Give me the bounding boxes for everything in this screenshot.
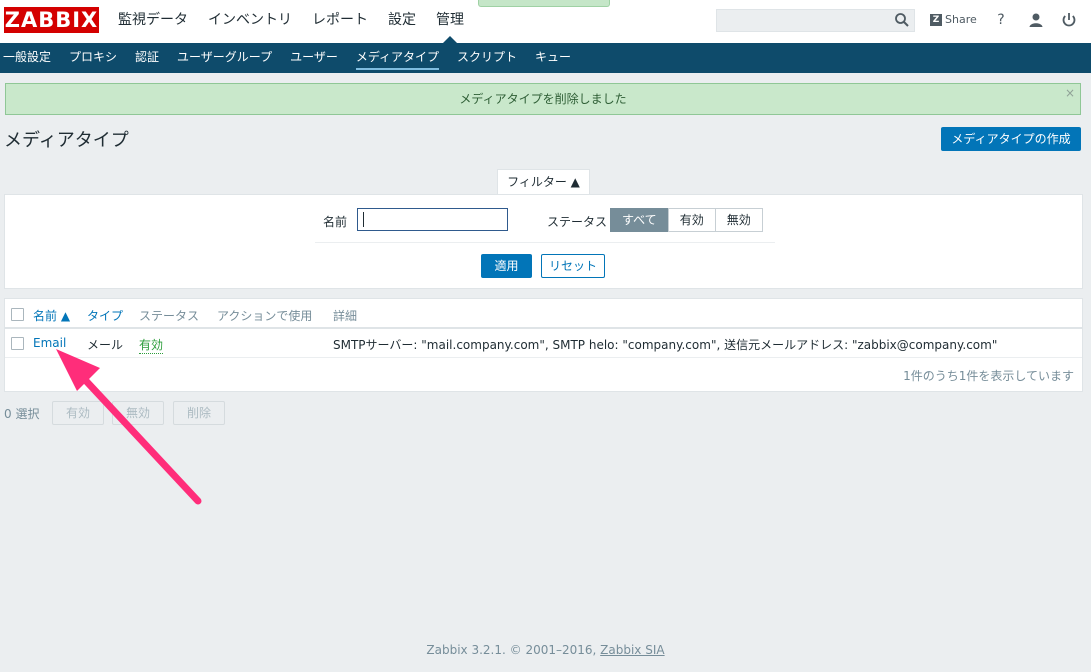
sub-menu: 一般設定 プロキシ 認証 ユーザーグループ ユーザー メディアタイプ スクリプト…: [0, 43, 1091, 73]
footer-text: Zabbix 3.2.1. © 2001–2016,: [426, 643, 601, 657]
success-message: メディアタイプを削除しました ×: [5, 83, 1081, 115]
help-icon[interactable]: ?: [992, 11, 1010, 29]
media-type-name-link[interactable]: Email: [33, 336, 66, 350]
media-type-type: メール: [87, 338, 124, 352]
enable-selected-button[interactable]: 有効: [52, 401, 104, 425]
user-profile-icon[interactable]: [1027, 11, 1045, 29]
filter-name-label: 名前: [323, 215, 348, 229]
column-header-used-in-actions: アクションで使用: [217, 309, 313, 323]
filter-name-input[interactable]: [357, 208, 508, 231]
column-header-name[interactable]: 名前 ▲: [33, 307, 70, 324]
share-icon: Z: [930, 13, 942, 26]
column-header-type[interactable]: タイプ: [87, 307, 123, 324]
submenu-media-types[interactable]: メディアタイプ: [347, 43, 448, 73]
menu-administration[interactable]: 管理: [426, 0, 474, 44]
submenu-scripts[interactable]: スクリプト: [448, 43, 526, 73]
zabbix-logo[interactable]: ZABBIX: [4, 7, 99, 33]
menu-inventory[interactable]: インベントリ: [198, 0, 302, 43]
media-type-status-toggle[interactable]: 有効: [139, 336, 164, 354]
row-divider: [5, 357, 1082, 358]
status-option-enabled[interactable]: 有効: [667, 208, 716, 232]
footer-company-link[interactable]: Zabbix SIA: [600, 643, 664, 657]
page-title: メディアタイプ: [4, 130, 129, 151]
submenu-users[interactable]: ユーザー: [281, 43, 347, 73]
submenu-authentication[interactable]: 認証: [126, 43, 168, 73]
submenu-general[interactable]: 一般設定: [0, 43, 60, 73]
create-media-type-button[interactable]: メディアタイプの作成: [941, 127, 1081, 151]
menu-monitoring[interactable]: 監視データ: [108, 0, 198, 43]
column-header-status: ステータス: [139, 309, 200, 323]
status-option-disabled[interactable]: 無効: [714, 208, 763, 232]
text-caret: [363, 212, 364, 227]
power-icon[interactable]: [1060, 11, 1078, 29]
filter-panel: 名前 ステータス すべて 有効 無効 適用 リセット: [4, 194, 1083, 289]
media-type-table: 名前 ▲ タイプ ステータス アクションで使用 詳細 Email メール 有効 …: [4, 298, 1083, 392]
notification-tab: [478, 0, 610, 7]
submenu-queue[interactable]: キュー: [526, 43, 580, 73]
search-input[interactable]: [716, 9, 915, 32]
submenu-user-groups[interactable]: ユーザーグループ: [168, 43, 281, 73]
filter-divider: [315, 242, 775, 243]
close-icon[interactable]: ×: [1065, 78, 1075, 108]
selected-count: 0 選択: [4, 407, 40, 421]
main-menu: 監視データ インベントリ レポート 設定 管理: [108, 0, 474, 44]
table-summary: 1件のうち1件を表示しています: [903, 369, 1074, 383]
select-all-checkbox[interactable]: [11, 308, 24, 321]
status-segmented-control: すべて 有効 無効: [610, 208, 763, 232]
menu-configuration[interactable]: 設定: [378, 0, 426, 43]
share-label: Share: [945, 13, 977, 26]
status-option-all[interactable]: すべて: [610, 208, 669, 232]
column-header-details: 詳細: [333, 309, 358, 323]
top-bar: ZABBIX 監視データ インベントリ レポート 設定 管理 Z Share ?: [0, 0, 1091, 44]
page-footer: Zabbix 3.2.1. © 2001–2016, Zabbix SIA: [0, 643, 1091, 657]
header-divider: [5, 327, 1082, 329]
media-type-details: SMTPサーバー: "mail.company.com", SMTP helo:…: [333, 338, 998, 352]
submenu-proxies[interactable]: プロキシ: [60, 43, 126, 73]
filter-toggle-tab[interactable]: フィルター ▲: [497, 169, 590, 195]
search-icon[interactable]: [894, 12, 910, 28]
row-checkbox[interactable]: [11, 337, 24, 350]
reset-button[interactable]: リセット: [541, 254, 605, 278]
apply-button[interactable]: 適用: [481, 254, 532, 278]
share-link[interactable]: Z Share: [930, 13, 977, 26]
disable-selected-button[interactable]: 無効: [112, 401, 164, 425]
delete-selected-button[interactable]: 削除: [173, 401, 225, 425]
success-message-text: メディアタイプを削除しました: [459, 92, 627, 106]
filter-status-label: ステータス: [547, 215, 608, 229]
menu-reports[interactable]: レポート: [302, 0, 378, 43]
